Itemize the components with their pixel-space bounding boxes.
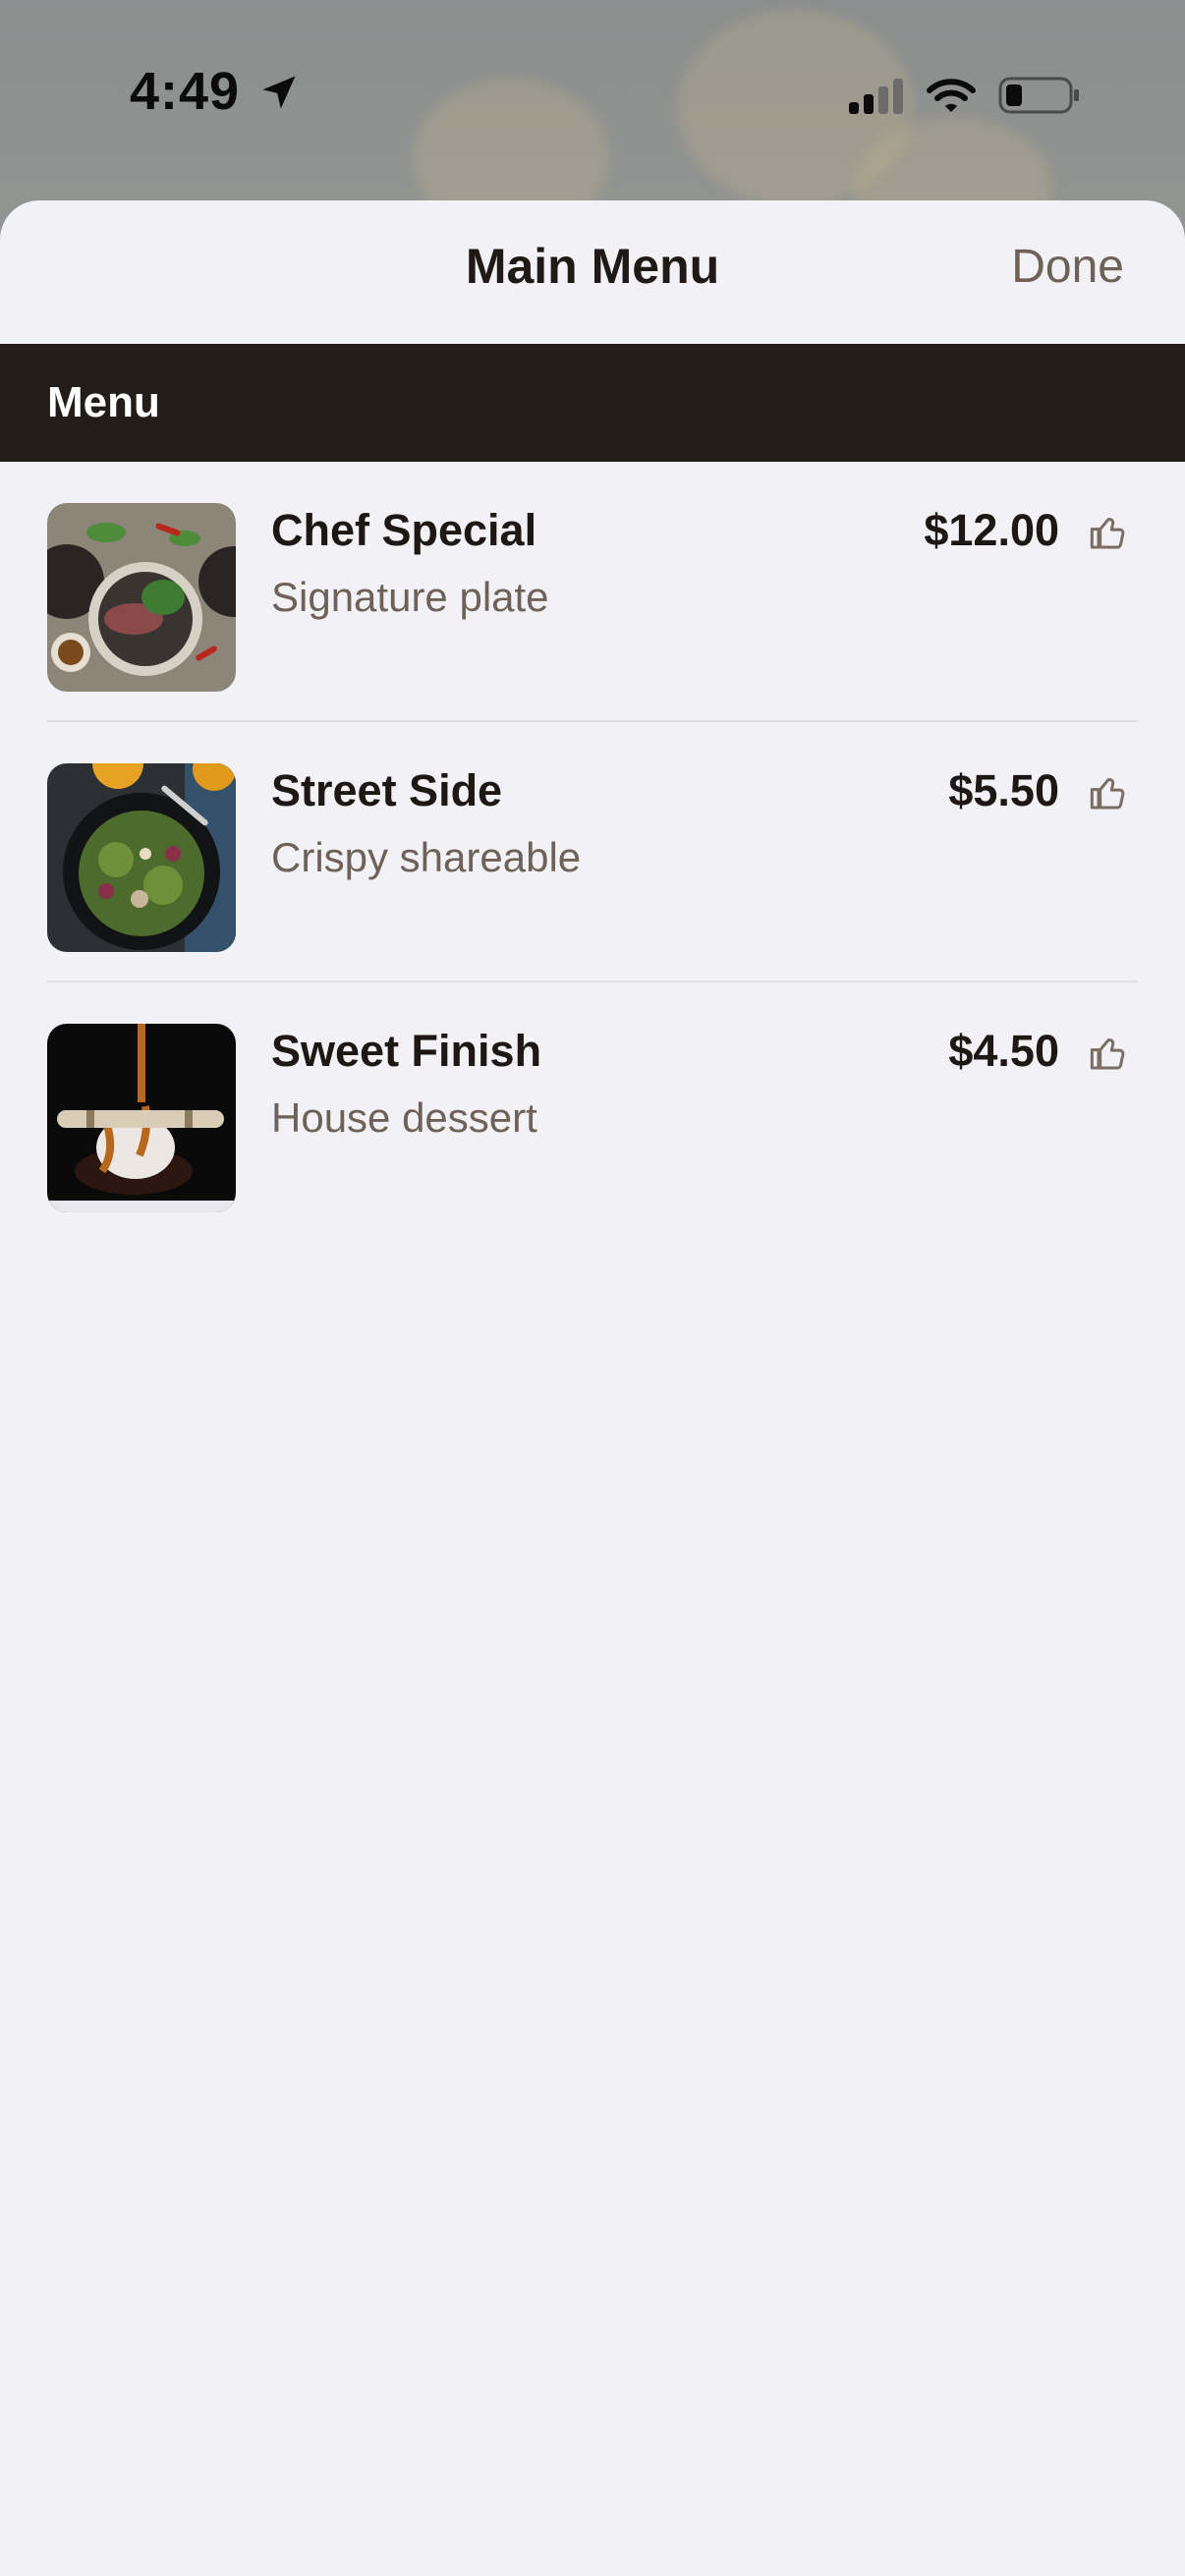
item-description: House dessert [271, 1094, 537, 1141]
menu-item-chef-special[interactable]: Chef Special Signature plate $12.00 [47, 462, 1138, 722]
item-name: Sweet Finish [271, 1026, 542, 1076]
status-bar: 4:49 [0, 0, 1185, 196]
menu-item-sweet-finish[interactable]: Sweet Finish House dessert $4.50 [47, 982, 1138, 1243]
item-price: $5.50 [948, 765, 1059, 815]
thumbs-up-icon[interactable] [1089, 773, 1128, 812]
item-description: Signature plate [271, 574, 549, 620]
item-name: Chef Special [271, 505, 537, 555]
battery-icon [998, 77, 1079, 114]
sheet-title: Main Menu [465, 239, 720, 294]
location-arrow-icon [262, 76, 296, 109]
menu-item-street-side[interactable]: Street Side Crispy shareable $5.50 [47, 722, 1138, 982]
section-title: Menu [47, 378, 160, 426]
chef-special-image [47, 503, 236, 692]
street-side-image [47, 763, 236, 952]
done-button[interactable]: Done [1011, 240, 1124, 294]
sweet-finish-image [47, 1024, 236, 1212]
item-description: Crispy shareable [271, 834, 582, 880]
cellular-signal-icon [849, 79, 903, 114]
sheet-header: Main Menu Done [0, 200, 1185, 344]
section-header: Menu [0, 344, 1185, 462]
status-time: 4:49 [130, 62, 241, 121]
menu-list: Chef Special Signature plate $12.00 Stre… [0, 462, 1185, 1243]
item-price: $12.00 [924, 505, 1059, 555]
thumbs-up-icon[interactable] [1089, 1034, 1128, 1073]
item-name: Street Side [271, 765, 503, 815]
wifi-icon [927, 79, 976, 112]
thumbs-up-icon[interactable] [1089, 513, 1128, 552]
item-price: $4.50 [948, 1026, 1059, 1076]
menu-sheet: Main Menu Done Menu Chef Special Signatu… [0, 200, 1185, 2576]
